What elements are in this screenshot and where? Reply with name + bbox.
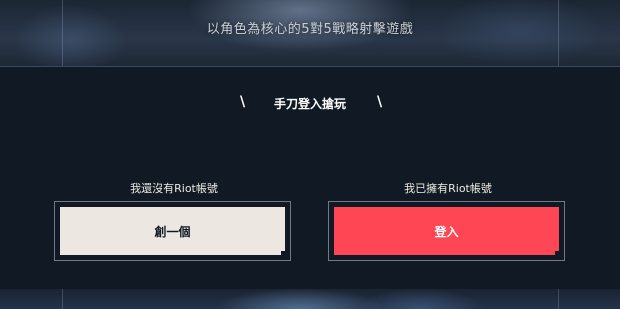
signup-label: 我還沒有Riot帳號	[130, 182, 218, 195]
decor-line	[558, 289, 559, 309]
login-button[interactable]: 登入	[334, 207, 559, 255]
button-corner-notch	[281, 251, 285, 255]
title-slash-right: \	[377, 94, 383, 110]
panel-title: 手刀登入搶玩	[273, 97, 346, 111]
signin-label: 我已擁有Riot帳號	[404, 182, 492, 195]
hero-banner-bottom	[0, 289, 620, 309]
decor-line	[62, 289, 63, 309]
signup-button-frame: 創一個	[54, 201, 291, 261]
button-corner-notch	[555, 251, 559, 255]
create-account-button[interactable]: 創一個	[60, 207, 285, 255]
signin-button-frame: 登入	[328, 201, 565, 261]
hero-tagline: 以角色為核心的5對5戰略射擊遊戲	[206, 22, 414, 37]
hero-banner-top: 以角色為核心的5對5戰略射擊遊戲	[0, 0, 620, 66]
login-panel: \ 手刀登入搶玩 \ 我還沒有Riot帳號 創一個 我已擁有Riot帳號 登入	[0, 66, 620, 290]
